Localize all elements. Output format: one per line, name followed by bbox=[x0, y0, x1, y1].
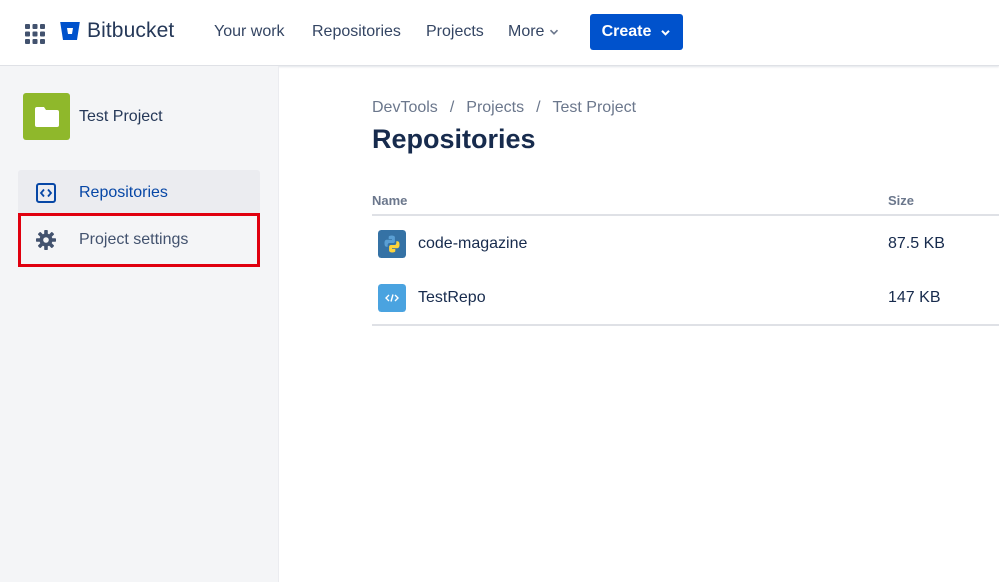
chevron-down-icon bbox=[550, 29, 559, 35]
project-name: Test Project bbox=[79, 107, 163, 125]
breadcrumb-devtools[interactable]: DevTools bbox=[372, 99, 438, 117]
sidebar-item-project-settings[interactable]: Project settings bbox=[18, 213, 260, 267]
breadcrumb-projects[interactable]: Projects bbox=[466, 99, 524, 117]
apps-grid-icon[interactable] bbox=[24, 23, 46, 45]
chevron-down-icon bbox=[661, 29, 671, 36]
gear-icon bbox=[36, 230, 56, 250]
table-row: TestRepo 147 KB bbox=[372, 270, 999, 326]
bitbucket-home-link[interactable]: Bitbucket bbox=[59, 19, 174, 43]
column-header-size[interactable]: Size bbox=[888, 193, 914, 208]
project-sidebar: Test Project Repositories Project settin… bbox=[0, 66, 279, 582]
sidebar-item-repositories[interactable]: Repositories bbox=[18, 170, 260, 216]
breadcrumb-separator: / bbox=[536, 99, 541, 116]
nav-more-dropdown[interactable]: More bbox=[508, 23, 559, 41]
breadcrumb: DevTools / Projects / Test Project bbox=[372, 99, 636, 117]
nav-your-work[interactable]: Your work bbox=[214, 23, 285, 41]
folder-icon bbox=[34, 106, 59, 127]
repo-size: 147 KB bbox=[888, 289, 941, 306]
table-row: code-magazine 87.5 KB bbox=[372, 216, 999, 270]
python-icon bbox=[378, 230, 406, 258]
bitbucket-logo-icon bbox=[60, 22, 80, 40]
sidebar-item-label: Repositories bbox=[79, 184, 168, 201]
nav-projects[interactable]: Projects bbox=[426, 23, 484, 41]
top-navigation: Bitbucket Your work Repositories Project… bbox=[0, 0, 999, 66]
sidebar-item-label: Project settings bbox=[79, 231, 189, 248]
project-avatar bbox=[23, 93, 70, 140]
nav-repositories[interactable]: Repositories bbox=[312, 23, 401, 41]
code-brackets-icon bbox=[36, 183, 56, 203]
page-title: Repositories bbox=[372, 124, 536, 154]
brand-name: Bitbucket bbox=[87, 19, 175, 42]
column-header-name[interactable]: Name bbox=[372, 193, 407, 208]
create-button[interactable]: Create bbox=[590, 14, 683, 50]
breadcrumb-separator: / bbox=[449, 99, 455, 116]
table-header: Name Size bbox=[372, 188, 999, 216]
code-file-icon bbox=[378, 284, 406, 312]
nav-more-label: More bbox=[508, 23, 545, 40]
repo-name-link[interactable]: code-magazine bbox=[418, 235, 527, 253]
repo-name-link[interactable]: TestRepo bbox=[418, 289, 486, 307]
repo-size: 87.5 KB bbox=[888, 235, 945, 252]
breadcrumb-test-project[interactable]: Test Project bbox=[553, 99, 637, 117]
project-header: Test Project bbox=[23, 93, 163, 140]
create-button-label: Create bbox=[601, 23, 652, 40]
repository-table: Name Size code-magazine 87.5 KB TestRepo… bbox=[372, 188, 999, 326]
